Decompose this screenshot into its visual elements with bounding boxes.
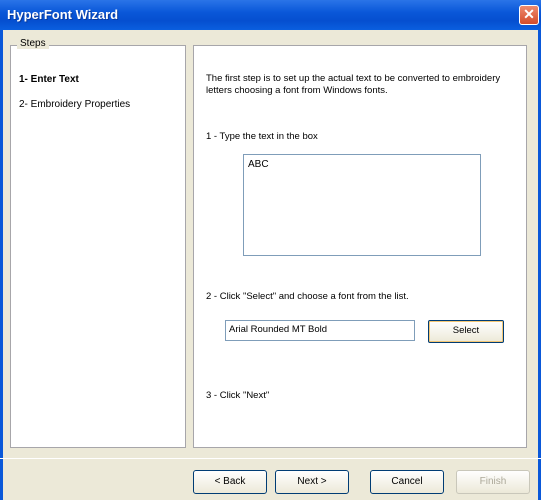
- instruction-2: 2 - Click "Select" and choose a font fro…: [206, 291, 409, 302]
- intro-text: The first step is to set up the actual t…: [206, 73, 501, 96]
- window-title: HyperFont Wizard: [7, 7, 119, 22]
- step-embroidery-properties: 2- Embroidery Properties: [19, 99, 131, 110]
- steps-legend: Steps: [17, 38, 49, 49]
- instruction-1: 1 - Type the text in the box: [206, 131, 318, 142]
- text-input[interactable]: ABC: [243, 154, 481, 256]
- instruction-3: 3 - Click "Next": [206, 390, 270, 401]
- back-button[interactable]: < Back: [193, 470, 267, 494]
- select-font-button[interactable]: Select: [428, 320, 504, 343]
- next-button[interactable]: Next >: [275, 470, 349, 494]
- finish-button[interactable]: Finish: [456, 470, 530, 494]
- divider: [0, 458, 541, 459]
- font-name-field[interactable]: Arial Rounded MT Bold: [225, 320, 415, 341]
- steps-panel: Steps 1- Enter Text 2- Embroidery Proper…: [10, 38, 186, 448]
- title-bar[interactable]: HyperFont Wizard ✕: [0, 0, 541, 30]
- cancel-button[interactable]: Cancel: [370, 470, 444, 494]
- close-button[interactable]: ✕: [519, 5, 539, 25]
- content-panel: The first step is to set up the actual t…: [193, 45, 527, 448]
- step-enter-text: 1- Enter Text: [19, 74, 79, 85]
- close-icon: ✕: [523, 6, 535, 22]
